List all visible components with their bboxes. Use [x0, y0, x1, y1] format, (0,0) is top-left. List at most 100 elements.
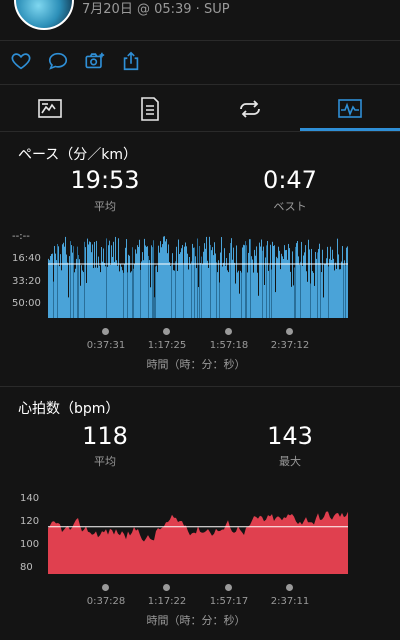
pace-x-tick-marker[interactable]: [163, 328, 170, 335]
pace-trace: [181, 248, 182, 318]
pace-trace: [111, 245, 112, 318]
pace-trace: [313, 272, 314, 318]
pace-chart: [48, 236, 348, 318]
hr-chart: [48, 511, 348, 574]
pace-trace: [86, 282, 87, 318]
pace-trace: [343, 264, 344, 318]
pace-trace: [94, 241, 95, 318]
pace-trace: [225, 265, 226, 318]
pace-trace: [326, 258, 327, 318]
pace-trace: [112, 256, 113, 318]
pace-trace: [333, 258, 334, 318]
pace-trace: [280, 269, 281, 318]
pace-x-tick-marker[interactable]: [286, 328, 293, 335]
pace-trace: [325, 264, 326, 318]
tab-summary[interactable]: [0, 86, 100, 132]
divider: [0, 40, 400, 41]
hr-x-tick-marker[interactable]: [225, 584, 232, 591]
pace-trace: [278, 246, 279, 318]
pace-trace: [73, 246, 74, 318]
pace-trace: [130, 272, 131, 318]
pace-trace: [236, 245, 237, 318]
pace-trace: [172, 253, 173, 318]
pace-trace: [269, 264, 270, 318]
pace-trace: [75, 268, 76, 318]
pace-trace: [173, 270, 174, 318]
hr-y-tick: 140: [20, 493, 40, 504]
pace-trace: [148, 255, 149, 318]
avatar[interactable]: [14, 0, 74, 30]
pace-trace: [156, 265, 157, 318]
pace-trace: [315, 251, 316, 318]
pace-trace: [184, 246, 185, 318]
pace-trace: [341, 261, 342, 318]
pace-trace: [276, 256, 277, 318]
pace-trace: [107, 266, 108, 318]
pace-trace: [244, 245, 245, 318]
pace-trace: [70, 241, 71, 318]
pace-trace: [247, 272, 248, 318]
pace-trace: [222, 266, 223, 318]
pace-trace: [175, 261, 176, 318]
pace-trace: [216, 262, 217, 318]
pace-trace: [142, 252, 143, 318]
pace-trace: [106, 238, 107, 318]
pace-trace: [57, 243, 58, 318]
pace-trace: [163, 236, 164, 318]
pace-trace: [193, 247, 194, 318]
pace-x-tick-marker[interactable]: [225, 328, 232, 335]
pace-trace: [266, 245, 267, 318]
pace-trace: [323, 297, 324, 318]
pace-trace: [90, 242, 91, 318]
pace-trace: [253, 272, 254, 318]
pace-trace: [239, 293, 240, 318]
pace-trace: [117, 265, 118, 318]
pace-trace: [83, 272, 84, 318]
pace-trace: [301, 241, 302, 318]
pace-trace: [312, 271, 313, 318]
hr-x-tick-marker[interactable]: [286, 584, 293, 591]
tab-details[interactable]: [100, 86, 200, 132]
pace-trace: [187, 253, 188, 318]
pace-trace: [226, 258, 227, 318]
pace-trace: [268, 270, 269, 318]
pace-trace: [334, 270, 335, 318]
pace-trace: [110, 264, 111, 318]
pace-trace: [342, 246, 343, 318]
pace-trace: [254, 249, 255, 318]
pace-trace: [314, 285, 315, 318]
pace-trace: [281, 253, 282, 318]
pace-trace: [190, 264, 191, 318]
hr-title: 心拍数（bpm）: [18, 401, 120, 417]
pace-trace: [87, 238, 88, 318]
pace-trace: [229, 253, 230, 318]
add-photo-icon[interactable]: [84, 50, 110, 76]
pace-trace: [289, 248, 290, 318]
pace-trace: [297, 241, 298, 318]
pace-trace: [61, 270, 62, 318]
pace-trace: [95, 267, 96, 318]
pace-trace: [63, 242, 64, 318]
tab-charts[interactable]: [300, 86, 400, 132]
pace-trace: [143, 260, 144, 318]
pace-trace: [251, 256, 252, 318]
pace-trace: [121, 266, 122, 318]
hr-y-tick: 120: [20, 516, 40, 527]
pace-trace: [204, 243, 205, 318]
heart-icon[interactable]: [10, 50, 36, 76]
pace-trace: [316, 258, 317, 318]
pace-trace: [223, 262, 224, 318]
comment-icon[interactable]: [47, 50, 73, 76]
pace-trace: [108, 245, 109, 318]
pace-x-tick-marker[interactable]: [102, 328, 109, 335]
pace-trace: [177, 270, 178, 318]
pace-trace: [98, 256, 99, 318]
pace-x-tick: 1:17:25: [147, 340, 187, 351]
hr-x-tick-marker[interactable]: [102, 584, 109, 591]
pace-trace: [209, 236, 210, 318]
pace-trace: [49, 260, 50, 318]
share-icon[interactable]: [120, 50, 146, 76]
pace-trace: [305, 245, 306, 318]
hr-x-tick-marker[interactable]: [163, 584, 170, 591]
tab-laps[interactable]: [200, 86, 300, 132]
